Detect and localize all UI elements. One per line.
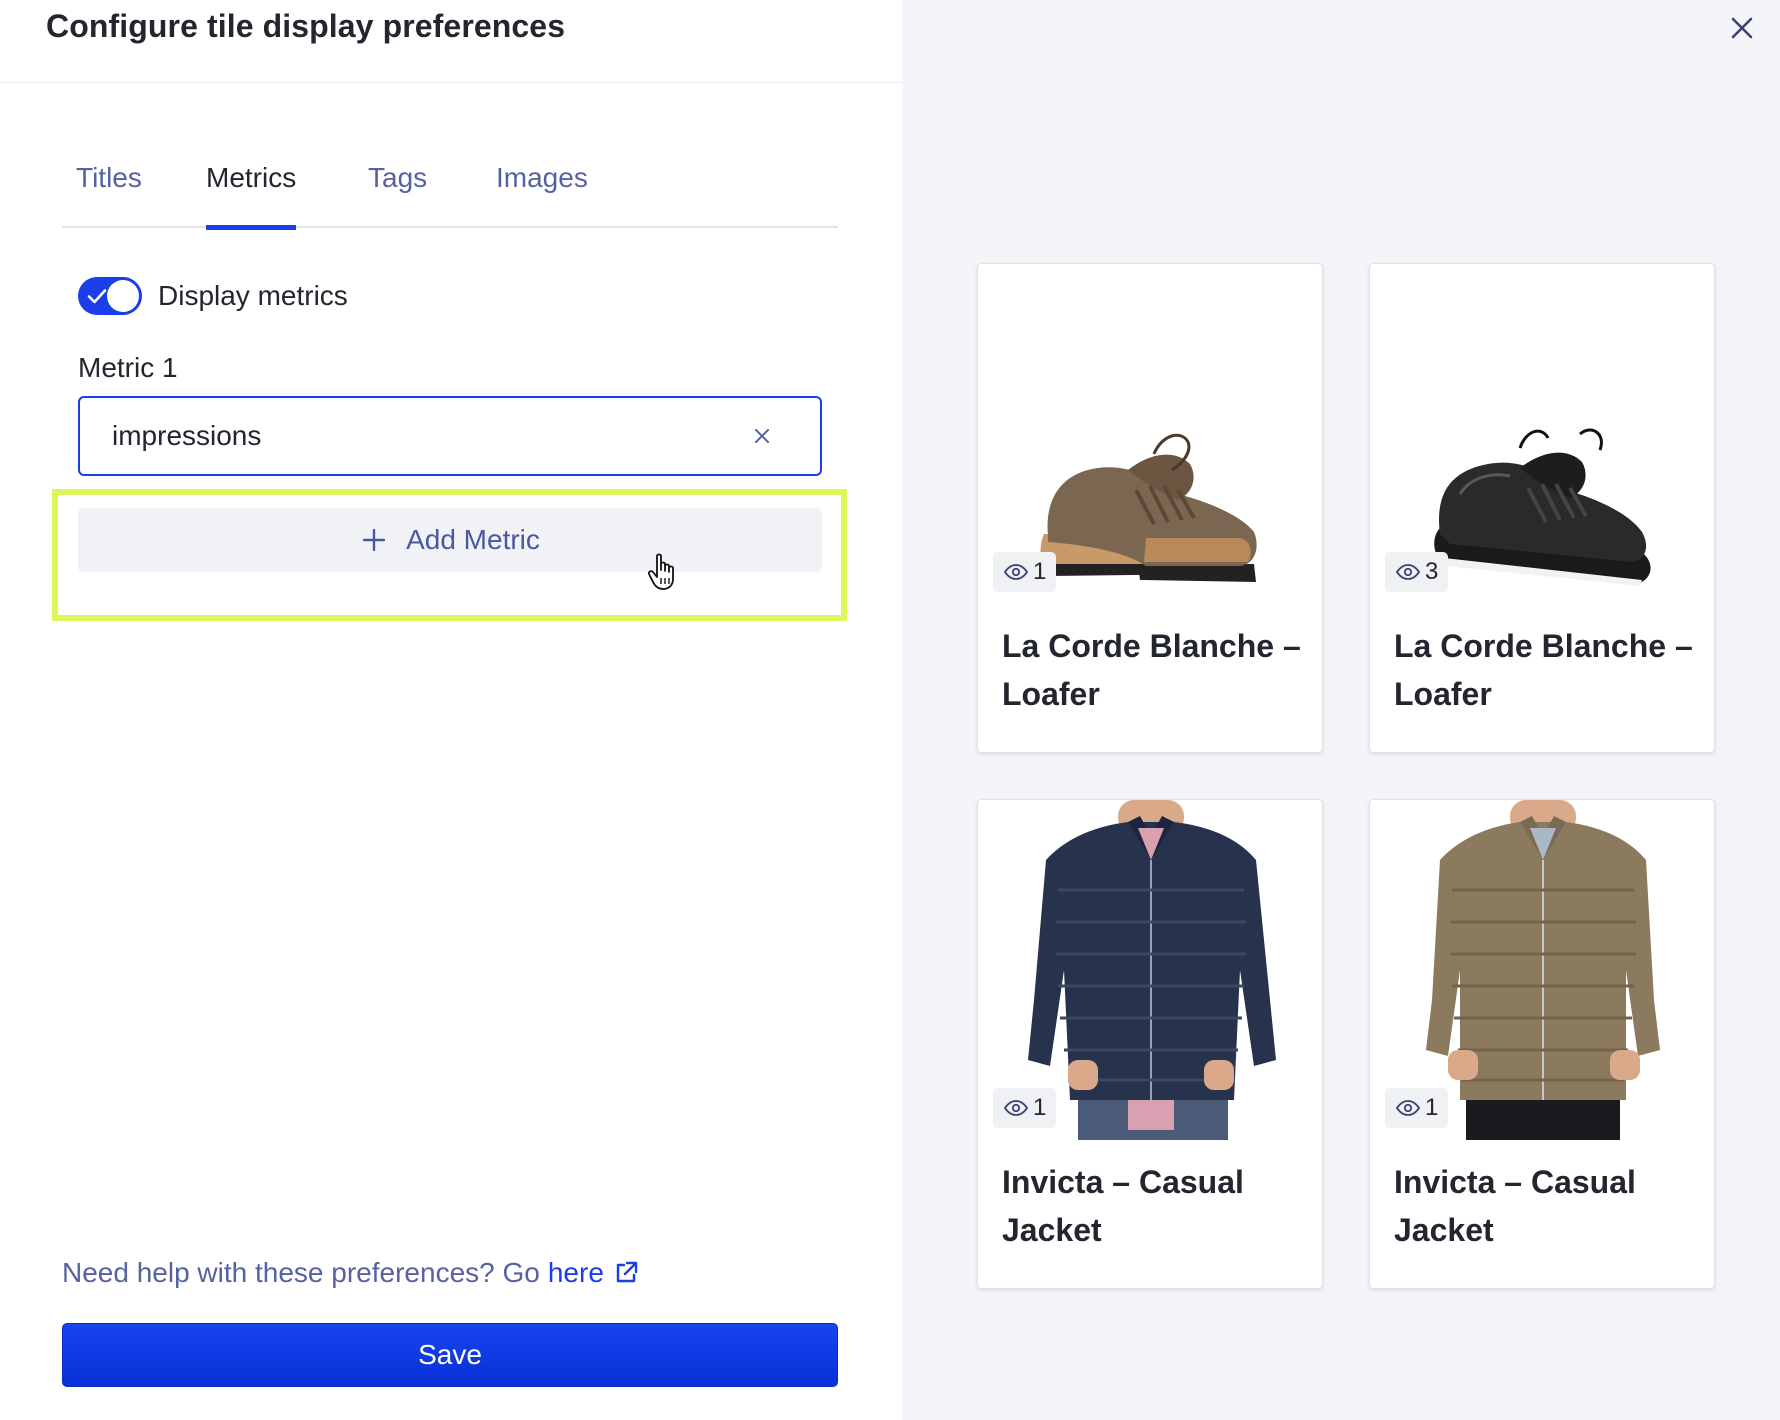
external-link-icon[interactable] bbox=[612, 1259, 640, 1287]
save-button[interactable]: Save bbox=[62, 1323, 838, 1387]
tab-label: Tags bbox=[368, 162, 428, 193]
metric-value: 1 bbox=[1425, 1094, 1439, 1121]
tile-title: La Corde Blanche – Loafer bbox=[1002, 628, 1301, 712]
tab-label: Metrics bbox=[206, 162, 297, 193]
metric-value: 1 bbox=[1033, 1094, 1047, 1121]
metric-badge: 1 bbox=[1385, 1088, 1449, 1128]
tile-title: Invicta – Casual Jacket bbox=[1002, 1164, 1244, 1248]
tab-label: Titles bbox=[76, 162, 142, 193]
dialog-title: Configure tile display preferences bbox=[46, 8, 566, 44]
metric-1-field[interactable] bbox=[78, 396, 822, 476]
tab-images[interactable]: Images bbox=[496, 162, 588, 228]
check-icon bbox=[87, 289, 107, 304]
help-message: Need help with these preferences? Go bbox=[62, 1257, 540, 1288]
tile-title: Invicta – Casual Jacket bbox=[1394, 1164, 1636, 1248]
display-metrics-row: Display metrics bbox=[78, 277, 348, 315]
toggle-knob bbox=[107, 280, 139, 312]
tab-label: Images bbox=[496, 162, 588, 193]
tab-titles[interactable]: Titles bbox=[76, 162, 142, 228]
eye-icon bbox=[1395, 1100, 1421, 1116]
tab-bar: Titles Metrics Tags Images bbox=[62, 150, 838, 230]
preview-tile[interactable]: 1 Invicta – Casual Jacket bbox=[977, 799, 1323, 1289]
eye-icon bbox=[1395, 564, 1421, 580]
tab-metrics[interactable]: Metrics bbox=[206, 162, 297, 230]
preview-tile[interactable]: 1 Invicta – Casual Jacket bbox=[1369, 799, 1715, 1289]
tab-tags[interactable]: Tags bbox=[368, 162, 427, 228]
eye-icon bbox=[1003, 1100, 1029, 1116]
metric-value: 1 bbox=[1033, 558, 1047, 585]
preview-tile[interactable]: 3 La Corde Blanche – Loafer bbox=[1369, 263, 1715, 753]
add-metric-button[interactable]: Add Metric bbox=[78, 508, 822, 572]
display-metrics-label: Display metrics bbox=[158, 280, 348, 311]
help-link[interactable]: here bbox=[548, 1257, 604, 1289]
metric-value: 3 bbox=[1425, 558, 1439, 585]
display-metrics-toggle[interactable] bbox=[78, 277, 142, 315]
metric-badge: 1 bbox=[993, 1088, 1057, 1128]
metric-1-input[interactable] bbox=[112, 398, 732, 474]
preview-tile[interactable]: 1 La Corde Blanche – Loafer bbox=[977, 263, 1323, 753]
metric-1-label: Metric 1 bbox=[78, 352, 178, 383]
close-icon[interactable] bbox=[1728, 14, 1756, 42]
clear-icon[interactable] bbox=[748, 422, 776, 450]
metric-badge: 3 bbox=[1385, 552, 1449, 592]
metric-badge: 1 bbox=[993, 552, 1057, 592]
help-text: Need help with these preferences? Go her… bbox=[62, 1257, 640, 1289]
hand-cursor-icon bbox=[647, 553, 674, 590]
tile-title: La Corde Blanche – Loafer bbox=[1394, 628, 1693, 712]
preferences-panel: Configure tile display preferences Title… bbox=[0, 0, 902, 1420]
dialog-header: Configure tile display preferences bbox=[0, 0, 902, 83]
plus-icon bbox=[362, 528, 386, 552]
add-metric-label: Add Metric bbox=[406, 524, 540, 555]
eye-icon bbox=[1003, 564, 1029, 580]
